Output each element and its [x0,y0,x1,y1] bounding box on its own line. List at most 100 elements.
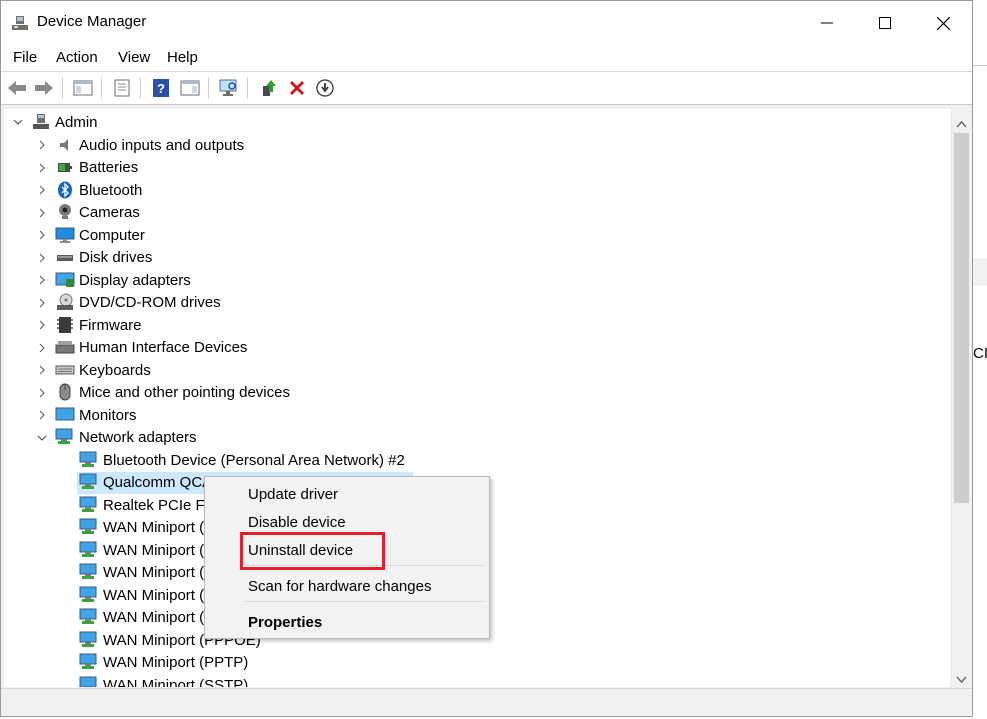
toolbar-separator [140,77,141,99]
category-firmware[interactable]: Firmware [55,314,142,336]
category-batteries[interactable]: Batteries [55,156,138,178]
category-cameras[interactable]: Cameras [55,201,140,223]
tree-root-admin[interactable]: Admin [31,111,98,133]
category-keyboards[interactable]: Keyboards [55,359,151,381]
toolbar-separator [62,77,63,99]
background-text: CI [973,345,987,362]
close-button[interactable] [914,1,972,45]
maximize-button[interactable] [856,1,914,45]
scan-for-hardware-changes-icon [219,79,237,96]
category-bluetooth[interactable]: Bluetooth [55,179,142,201]
adapter-wan-miniport-sstp[interactable]: WAN Miniport (SSTP) [79,674,248,687]
collapse-chevron-icon[interactable] [12,116,24,128]
back-button[interactable] [5,76,29,100]
menu-bar: File Action View Help [1,45,972,72]
scroll-up-icon[interactable] [956,115,967,133]
expand-chevron-icon[interactable] [36,387,48,399]
vertical-scrollbar[interactable] [951,109,972,687]
properties-button[interactable] [110,76,134,100]
adapter-qualcomm-qca[interactable]: Qualcomm QCA [79,471,212,493]
hid-icon [55,338,75,356]
forward-icon [35,81,53,95]
expand-chevron-icon[interactable] [36,364,48,376]
device-manager-icon [11,14,29,32]
help-button[interactable]: ? [149,76,173,100]
maximize-icon [879,17,891,29]
show-hide-console-tree-button[interactable] [71,76,95,100]
adapter-wan-miniport[interactable]: WAN Miniport ( [79,516,204,538]
adapter-wan-miniport[interactable]: WAN Miniport ( [79,539,204,561]
adapter-wan-miniport[interactable]: WAN Miniport ( [79,584,204,606]
action-pane-button[interactable] [178,76,202,100]
category-display-adapters[interactable]: Display adapters [55,269,191,291]
minimize-icon [821,22,833,24]
status-bar [1,688,972,716]
expand-chevron-icon[interactable] [36,274,48,286]
update-driver-button[interactable] [257,76,281,100]
adapter-wan-miniport[interactable]: WAN Miniport ( [79,606,204,628]
close-icon [936,16,950,30]
category-monitors[interactable]: Monitors [55,404,137,426]
adapter-realtek-pcie-fe[interactable]: Realtek PCIe FE [79,494,215,516]
network-adapter-icon [79,653,99,671]
minimize-button[interactable] [798,1,856,45]
menu-update-driver[interactable]: Update driver [248,486,338,503]
category-computer[interactable]: Computer [55,224,145,246]
scan-for-hardware-changes-button[interactable] [217,76,241,100]
menu-separator [245,601,485,602]
disable-device-button[interactable] [313,76,337,100]
battery-icon [55,158,75,176]
category-network-adapters[interactable]: Network adapters [55,426,197,448]
menu-help[interactable]: Help [165,49,200,66]
toolbar: ? [1,72,972,105]
category-mice-and-other-pointing-devices[interactable]: Mice and other pointing devices [55,381,290,403]
webcam-icon [55,203,75,221]
uninstall-device-icon [289,80,305,96]
collapse-chevron-icon[interactable] [36,432,48,444]
adapter-bluetooth-pan[interactable]: Bluetooth Device (Personal Area Network)… [79,449,405,471]
optical-drive-icon [55,293,75,311]
toolbar-separator [247,77,248,99]
mouse-icon [55,383,75,401]
update-driver-icon [263,80,276,96]
menu-disable-device[interactable]: Disable device [248,514,346,531]
menu-scan-for-hardware-changes[interactable]: Scan for hardware changes [248,578,431,595]
expand-chevron-icon[interactable] [36,162,48,174]
expand-chevron-icon[interactable] [36,252,48,264]
category-disk-drives[interactable]: Disk drives [55,246,152,268]
expand-chevron-icon[interactable] [36,409,48,421]
keyboard-icon [55,361,75,379]
adapter-wan-miniport[interactable]: WAN Miniport ( [79,561,204,583]
expand-chevron-icon[interactable] [36,207,48,219]
category-audio-inputs-and-outputs[interactable]: Audio inputs and outputs [55,134,244,156]
expand-chevron-icon[interactable] [36,319,48,331]
expand-chevron-icon[interactable] [36,342,48,354]
title-bar[interactable]: Device Manager [1,1,972,45]
network-adapter-icon [79,631,99,649]
network-adapter-icon [79,496,99,514]
menu-file[interactable]: File [11,49,39,66]
adapter-wan-miniport-pptp[interactable]: WAN Miniport (PPTP) [79,651,248,673]
uninstall-device-button[interactable] [285,76,309,100]
category-human-interface-devices[interactable]: Human Interface Devices [55,336,247,358]
show-hide-console-tree-icon [73,80,93,96]
menu-action[interactable]: Action [54,49,100,66]
window-title: Device Manager [37,13,147,30]
toolbar-separator [208,77,209,99]
expand-chevron-icon[interactable] [36,184,48,196]
svg-text:?: ? [157,81,165,96]
computer-icon [55,226,75,244]
expand-chevron-icon[interactable] [36,297,48,309]
expand-chevron-icon[interactable] [36,229,48,241]
network-adapter-icon [79,608,99,626]
menu-properties[interactable]: Properties [248,614,322,631]
expand-chevron-icon[interactable] [36,139,48,151]
scrollbar-thumb[interactable] [954,133,969,503]
scroll-down-icon[interactable] [956,671,967,689]
menu-view[interactable]: View [116,49,152,66]
network-adapter-icon [79,586,99,604]
category-dvd-cd-rom-drives[interactable]: DVD/CD-ROM drives [55,291,221,313]
forward-button[interactable] [32,76,56,100]
bluetooth-icon [55,181,75,199]
disk-drive-icon [55,248,75,266]
